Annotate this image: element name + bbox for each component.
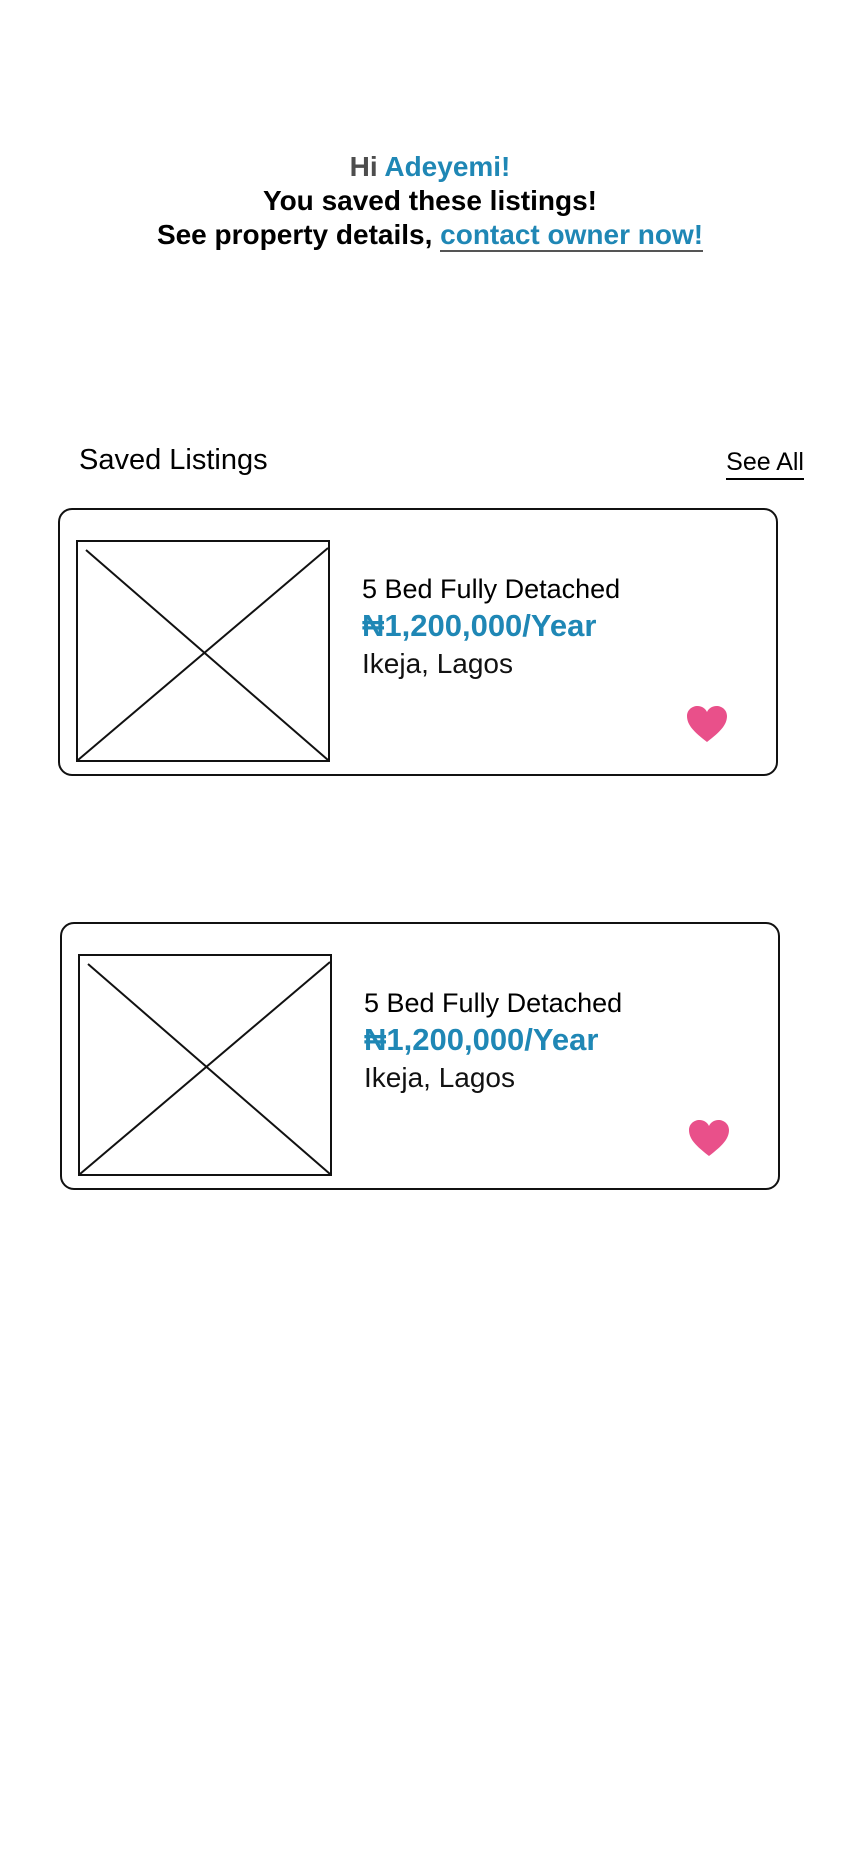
listing-location: Ikeja, Lagos — [362, 648, 513, 679]
user-name: Adeyemi! — [384, 151, 511, 182]
heart-icon[interactable] — [686, 705, 728, 743]
greeting-line: Hi Adeyemi! — [0, 150, 860, 184]
listing-price: ₦1,200,000/Year — [362, 608, 597, 643]
heart-icon[interactable] — [688, 1119, 730, 1157]
see-all-link[interactable]: See All — [726, 446, 804, 480]
listing-location: Ikeja, Lagos — [364, 1062, 515, 1093]
listing-title: 5 Bed Fully Detached — [364, 988, 623, 1018]
image-placeholder-icon — [78, 954, 332, 1176]
listing-card[interactable]: 5 Bed Fully Detached ₦1,200,000/Year Ike… — [60, 922, 780, 1190]
section-title: Saved Listings — [79, 444, 268, 476]
saved-message: You saved these listings! — [262, 185, 598, 216]
details-prefix: See property details, — [156, 219, 433, 250]
listing-price: ₦1,200,000/Year — [364, 1022, 599, 1057]
listing-info: 5 Bed Fully Detached ₦1,200,000/Year Ike… — [362, 572, 620, 682]
greeting-hi: Hi — [349, 151, 378, 182]
contact-owner-link[interactable]: contact owner now! — [440, 219, 704, 252]
details-line: See property details, contact owner now! — [0, 218, 860, 252]
listing-card[interactable]: 5 Bed Fully Detached ₦1,200,000/Year Ike… — [58, 508, 778, 776]
listing-info: 5 Bed Fully Detached ₦1,200,000/Year Ike… — [364, 986, 622, 1096]
image-placeholder-icon — [76, 540, 330, 762]
listing-title: 5 Bed Fully Detached — [362, 574, 621, 604]
greeting-block: Hi Adeyemi! You saved these listings! Se… — [0, 150, 860, 252]
